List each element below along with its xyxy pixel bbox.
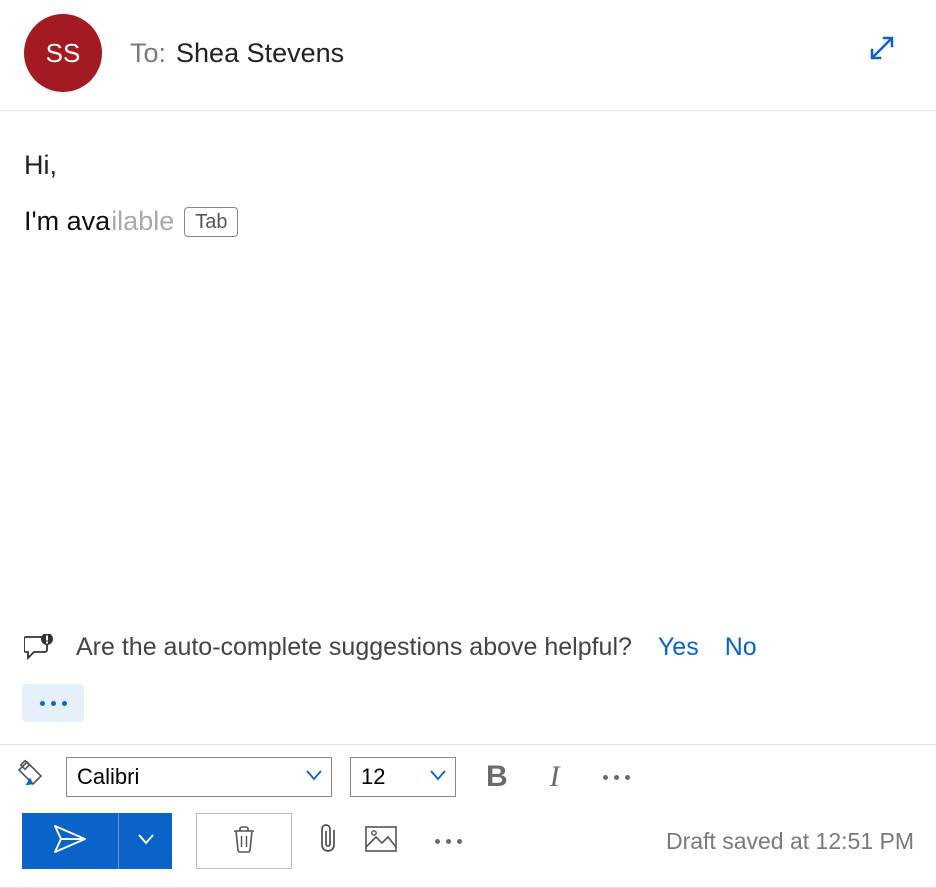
send-options-button[interactable] (118, 813, 172, 869)
feedback-yes-link[interactable]: Yes (658, 633, 699, 662)
format-painter-button[interactable] (16, 759, 48, 796)
feedback-no-link[interactable]: No (725, 633, 757, 662)
bold-button[interactable]: B (474, 760, 520, 794)
message-options-button[interactable] (22, 684, 84, 722)
font-size-control (350, 757, 456, 797)
avatar: SS (24, 14, 102, 92)
expand-icon (866, 32, 898, 69)
to-field[interactable]: To: Shea Stevens (130, 38, 344, 69)
toolbar-container: B I (0, 744, 936, 887)
insert-picture-button[interactable] (364, 825, 398, 858)
ellipsis-dot-icon (625, 775, 630, 780)
avatar-initials: SS (46, 38, 81, 69)
tab-key-hint[interactable]: Tab (184, 207, 238, 237)
recipient-name: Shea Stevens (176, 38, 344, 69)
format-toolbar: B I (0, 745, 936, 803)
paperclip-icon (316, 822, 340, 861)
font-name-input[interactable] (66, 757, 296, 797)
font-size-input[interactable] (350, 757, 420, 797)
discard-button[interactable] (196, 813, 292, 869)
picture-icon (364, 825, 398, 858)
feedback-question: Are the auto-complete suggestions above … (76, 633, 632, 662)
expand-compose-button[interactable] (862, 30, 902, 70)
chevron-down-icon (137, 830, 155, 853)
to-label: To: (130, 38, 166, 69)
typed-text: I'm ava (24, 203, 110, 241)
feedback-icon (24, 634, 54, 662)
font-size-dropdown-button[interactable] (420, 757, 456, 797)
font-name-dropdown-button[interactable] (296, 757, 332, 797)
autocomplete-suggestion: ilable (111, 203, 174, 241)
ellipsis-dot-icon (40, 701, 45, 706)
send-icon (53, 824, 87, 859)
compose-header: SS To: Shea Stevens (0, 0, 936, 111)
ellipsis-dot-icon (457, 839, 462, 844)
message-body[interactable]: Hi, I'm available Tab (0, 111, 936, 625)
italic-button[interactable]: I (538, 760, 572, 794)
ellipsis-dot-icon (51, 701, 56, 706)
draft-status-text: Draft saved at 12:51 PM (666, 828, 914, 855)
action-bar: Draft saved at 12:51 PM (0, 803, 936, 887)
ellipsis-dot-icon (435, 839, 440, 844)
chevron-down-icon (429, 766, 447, 789)
compose-pane: SS To: Shea Stevens Hi, I'm available Ta… (0, 0, 936, 888)
format-painter-icon (16, 759, 48, 796)
body-line-greeting: Hi, (24, 147, 912, 185)
send-split-button (22, 813, 172, 869)
ellipsis-dot-icon (603, 775, 608, 780)
font-name-control (66, 757, 332, 797)
body-line-compose: I'm available Tab (24, 203, 912, 241)
trash-icon (231, 824, 257, 859)
attach-button[interactable] (316, 822, 340, 861)
more-actions-button[interactable] (422, 839, 475, 844)
ellipsis-dot-icon (62, 701, 67, 706)
ellipsis-dot-icon (446, 839, 451, 844)
ellipsis-dot-icon (614, 775, 619, 780)
send-button[interactable] (22, 813, 118, 869)
autocomplete-feedback-bar: Are the auto-complete suggestions above … (0, 633, 936, 662)
more-format-options-button[interactable] (590, 775, 643, 780)
chevron-down-icon (305, 766, 323, 789)
